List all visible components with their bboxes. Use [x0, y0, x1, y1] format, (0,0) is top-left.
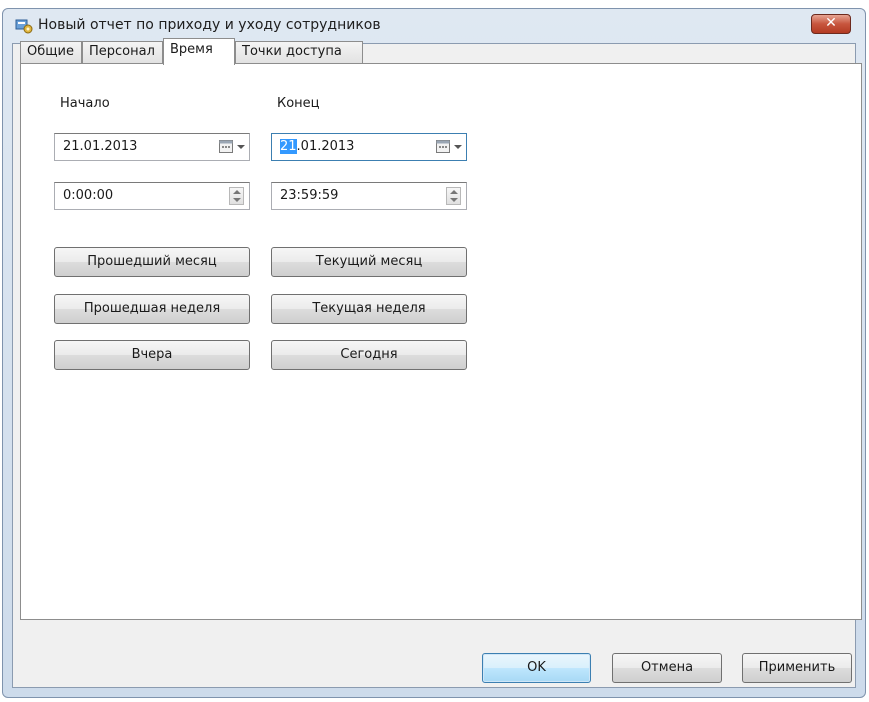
close-icon: ✕	[825, 15, 837, 31]
last-month-button[interactable]: Прошедший месяц	[54, 247, 250, 277]
tab-general[interactable]: Общие	[20, 41, 82, 63]
start-time-field[interactable]: 0:00:00	[54, 182, 250, 210]
tab-access-points[interactable]: Точки доступа	[235, 41, 363, 63]
start-time-value: 0:00:00	[63, 188, 114, 203]
start-label: Начало	[60, 96, 110, 111]
start-date-value: 21.01.2013	[63, 139, 138, 154]
current-week-button[interactable]: Текущая неделя	[271, 294, 467, 324]
cancel-button[interactable]: Отмена	[612, 653, 722, 683]
tab-time[interactable]: Время	[163, 38, 235, 65]
end-time-field[interactable]: 23:59:59	[271, 182, 467, 210]
calendar-icon[interactable]	[436, 140, 450, 153]
current-month-button[interactable]: Текущий месяц	[271, 247, 467, 277]
chevron-down-icon[interactable]	[454, 145, 462, 149]
close-button[interactable]: ✕	[811, 14, 851, 34]
last-week-button[interactable]: Прошедшая неделя	[54, 294, 250, 324]
end-date-picker[interactable]: 21.01.2013	[271, 133, 467, 161]
title-bar[interactable]: Новый отчет по приходу и уходу сотрудник…	[3, 9, 865, 43]
ok-button[interactable]: OK	[482, 653, 591, 683]
report-settings-icon	[15, 19, 33, 34]
time-tab-panel: Начало Конец 21.01.2013 21.01.2013 0:00:…	[20, 63, 862, 620]
end-label: Конец	[277, 96, 320, 111]
tab-staff[interactable]: Персонал	[82, 41, 163, 63]
tab-staff-label: Персонал	[89, 44, 155, 59]
end-date-day-selected: 21	[280, 139, 297, 154]
tab-access-points-label: Точки доступа	[242, 44, 342, 59]
tab-general-label: Общие	[27, 44, 74, 59]
window-title: Новый отчет по приходу и уходу сотрудник…	[38, 17, 381, 33]
end-date-rest: .01.2013	[296, 139, 355, 154]
apply-button[interactable]: Применить	[742, 653, 852, 683]
calendar-icon[interactable]	[219, 140, 233, 153]
yesterday-button[interactable]: Вчера	[54, 340, 250, 370]
tab-time-label: Время	[170, 42, 213, 57]
today-button[interactable]: Сегодня	[271, 340, 467, 370]
chevron-down-icon[interactable]	[237, 145, 245, 149]
spinner-arrows-icon[interactable]	[446, 187, 461, 205]
start-date-picker[interactable]: 21.01.2013	[54, 133, 250, 161]
spinner-arrows-icon[interactable]	[229, 187, 244, 205]
end-time-value: 23:59:59	[280, 188, 339, 203]
